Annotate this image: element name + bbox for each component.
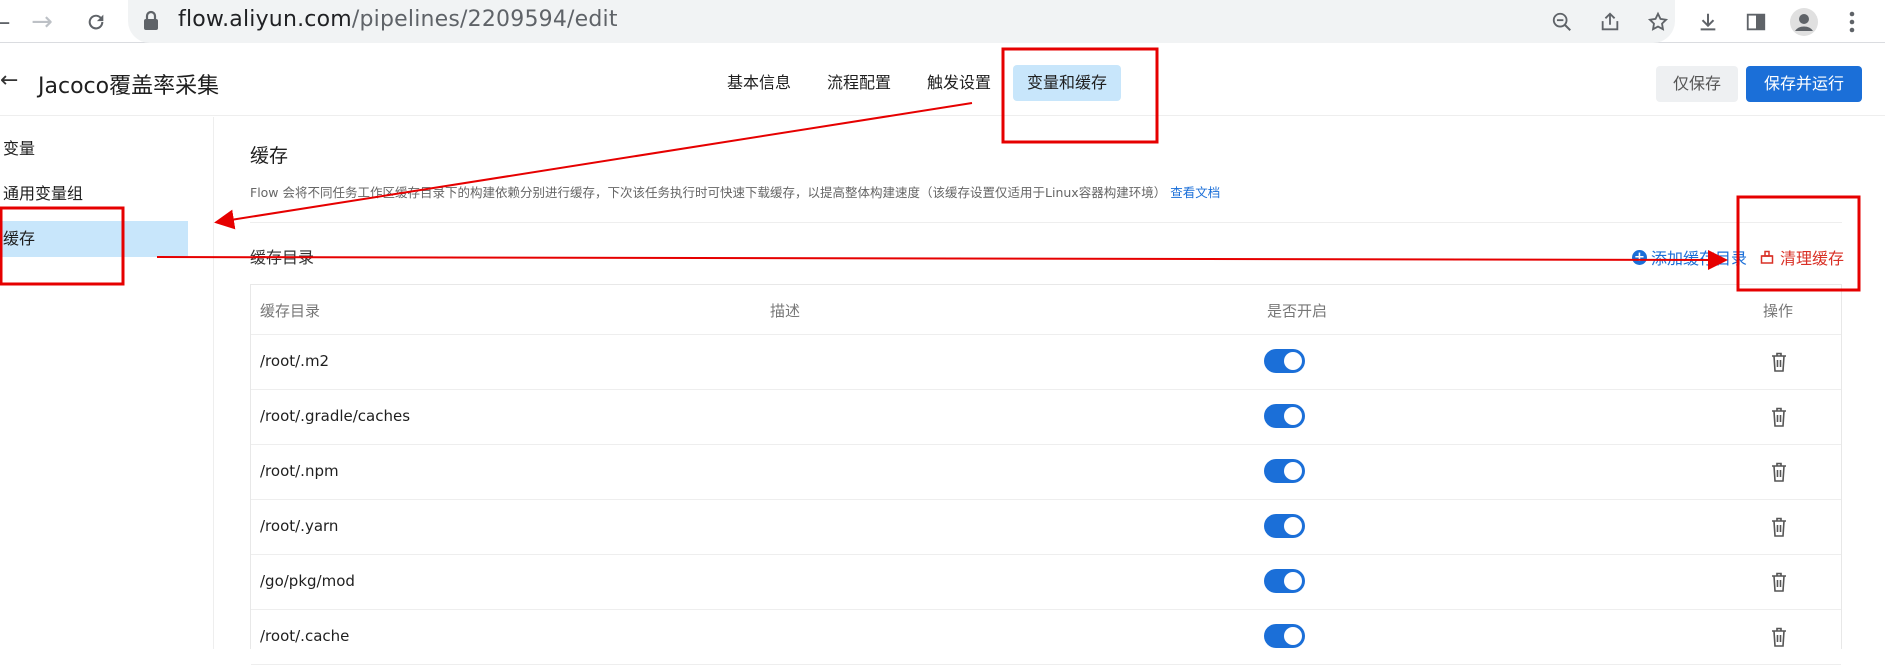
table-row: /root/.npm: [251, 445, 1841, 500]
tab-basic-info[interactable]: 基本信息: [713, 65, 805, 101]
tab-variables-cache[interactable]: 变量和缓存: [1013, 65, 1122, 101]
cache-dir-table: 缓存目录 描述 是否开启 操作 /root/.m2 /root/.gradle/…: [250, 284, 1842, 665]
enable-toggle[interactable]: [1264, 624, 1305, 648]
save-button[interactable]: 仅保存: [1656, 66, 1738, 102]
cache-path: /root/.m2: [260, 352, 330, 370]
cache-path: /root/.gradle/caches: [260, 407, 411, 425]
column-header-actions: 操作: [1763, 302, 1794, 320]
trash-icon[interactable]: [1769, 626, 1789, 648]
description-text: Flow 会将不同任务工作区缓存目录下的构建依赖分别进行缓存，下次该任务执行时可…: [250, 185, 1167, 200]
pipeline-title: Jacoco覆盖率采集: [38, 74, 220, 99]
view-docs-link[interactable]: 查看文档: [1170, 185, 1220, 200]
trash-icon[interactable]: [1769, 461, 1789, 483]
add-cache-dir-label: 添加缓存目录: [1651, 249, 1748, 268]
table-row: /go/pkg/mod: [251, 555, 1841, 610]
top-tabs: 基本信息 流程配置 触发设置 变量和缓存: [713, 65, 1129, 101]
cache-dir-heading: 缓存目录: [250, 248, 315, 267]
save-and-run-button[interactable]: 保存并运行: [1746, 66, 1862, 102]
cache-path: /root/.yarn: [260, 517, 339, 535]
enable-toggle[interactable]: [1264, 569, 1305, 593]
clear-icon: [1760, 250, 1774, 264]
enable-toggle[interactable]: [1264, 349, 1305, 373]
column-header-description: 描述: [770, 302, 801, 320]
lock-icon: [144, 10, 158, 30]
table-row: /root/.gradle/caches: [251, 390, 1841, 445]
sidebar-item-variables[interactable]: 变量: [0, 131, 188, 167]
address-bar[interactable]: flow.aliyun.com/pipelines/2209594/edit: [128, 0, 1675, 43]
forward-icon[interactable]: →: [24, 4, 60, 40]
divider: [250, 222, 1842, 223]
table-row: /root/.yarn: [251, 500, 1841, 555]
annotation-box-clear-cache: [1736, 195, 1861, 292]
enable-toggle[interactable]: [1264, 404, 1305, 428]
back-icon[interactable]: –: [0, 4, 22, 40]
side-panel-icon[interactable]: [1738, 4, 1774, 40]
cache-path: /go/pkg/mod: [260, 572, 355, 590]
table-row: /root/.m2: [251, 335, 1841, 390]
column-header-enabled: 是否开启: [1267, 302, 1328, 320]
share-icon[interactable]: [1594, 6, 1626, 38]
trash-icon[interactable]: [1769, 571, 1789, 593]
cache-path: /root/.cache: [260, 627, 350, 645]
profile-avatar-icon[interactable]: [1786, 4, 1822, 40]
pipeline-header: ← Jacoco覆盖率采集 基本信息 流程配置 触发设置 变量和缓存 仅保存 保…: [0, 44, 1885, 116]
table-header: 缓存目录 描述 是否开启 操作: [251, 285, 1841, 335]
zoom-icon[interactable]: [1546, 6, 1578, 38]
tab-flow-config[interactable]: 流程配置: [813, 65, 905, 101]
annotation-arrow-sidebar-to-clear: [156, 249, 1728, 270]
clear-cache-label: 清理缓存: [1780, 249, 1845, 268]
trash-icon[interactable]: [1769, 406, 1789, 428]
browser-toolbar: – → flow.aliyun.com/pipelines/2209594/ed…: [0, 0, 1885, 43]
url-text[interactable]: flow.aliyun.com/pipelines/2209594/edit: [178, 7, 618, 32]
add-cache-dir-button[interactable]: + 添加缓存目录: [1632, 245, 1747, 269]
enable-toggle[interactable]: [1264, 459, 1305, 483]
more-menu-icon[interactable]: [1834, 4, 1870, 40]
enable-toggle[interactable]: [1264, 514, 1305, 538]
download-icon[interactable]: [1690, 4, 1726, 40]
trash-icon[interactable]: [1769, 351, 1789, 373]
reload-icon[interactable]: [78, 4, 114, 40]
annotation-arrow-tab-to-sidebar: [214, 102, 973, 230]
section-description: Flow 会将不同任务工作区缓存目录下的构建依赖分别进行缓存，下次该任务执行时可…: [250, 182, 1220, 201]
table-row: /root/.cache: [251, 610, 1841, 665]
sidebar-item-common-variable-groups[interactable]: 通用变量组: [0, 176, 188, 212]
cache-path: /root/.npm: [260, 462, 339, 480]
sidebar-item-cache[interactable]: 缓存: [0, 221, 188, 257]
settings-sidebar: 变量 通用变量组 缓存: [0, 117, 214, 649]
plus-circle-icon: +: [1632, 249, 1647, 265]
clear-cache-button[interactable]: 清理缓存: [1760, 245, 1844, 269]
column-header-dir: 缓存目录: [260, 302, 321, 320]
back-arrow-icon[interactable]: ←: [0, 68, 18, 93]
trash-icon[interactable]: [1769, 516, 1789, 538]
section-title: 缓存: [250, 145, 289, 167]
bookmark-star-icon[interactable]: [1642, 6, 1674, 38]
tab-trigger-settings[interactable]: 触发设置: [913, 65, 1005, 101]
